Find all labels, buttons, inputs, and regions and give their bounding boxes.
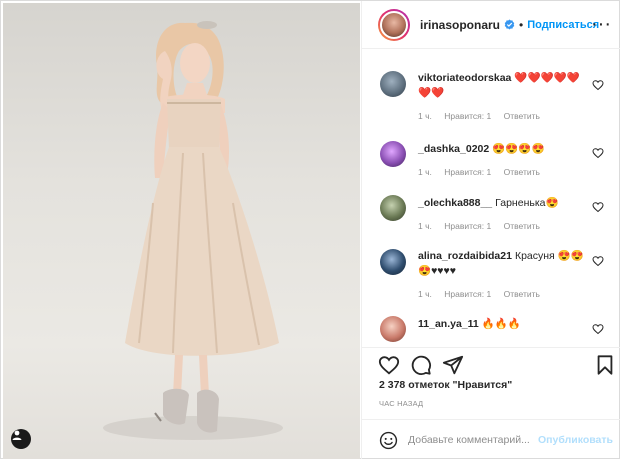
comment-likes[interactable]: Нравится: 1 — [444, 289, 491, 299]
comment-like-heart-icon[interactable] — [592, 323, 604, 335]
add-comment-bar: Опубликовать — [362, 419, 620, 459]
comment-text: _olechka888__ Гарненька😍 — [418, 196, 588, 211]
commenter-avatar[interactable] — [380, 249, 406, 275]
verified-badge-icon — [504, 19, 515, 30]
post-modal: irinasoponaru • Подписаться ··· viktoria… — [0, 0, 620, 459]
comment-time[interactable]: 1 ч. — [418, 221, 432, 231]
commenter-avatar[interactable] — [380, 316, 406, 342]
emoji-icon[interactable] — [379, 431, 398, 450]
commenter-username[interactable]: _dashka_0202 — [418, 143, 489, 155]
comment-like-heart-icon[interactable] — [592, 79, 604, 91]
comment-text: _dashka_0202 😍😍😍😍 — [418, 142, 588, 157]
reply-button[interactable]: Ответить — [504, 289, 540, 299]
comments-list: viktoriateodorskaa ❤️❤️❤️❤️❤️❤️❤️ 1 ч. Нр… — [362, 49, 620, 347]
comment-body: 🔥🔥🔥 — [481, 318, 521, 330]
share-icon[interactable] — [442, 354, 464, 376]
post-timestamp[interactable]: ЧАС НАЗАД — [379, 399, 423, 408]
reply-button[interactable]: Ответить — [504, 167, 540, 177]
comment-body: 😍😍😍😍 — [492, 143, 545, 155]
comment-text: viktoriateodorskaa ❤️❤️❤️❤️❤️❤️❤️ — [418, 71, 588, 101]
commenter-username[interactable]: 11_an.ya_11 — [418, 318, 479, 330]
follow-button[interactable]: Подписаться — [527, 19, 599, 31]
author-username[interactable]: irinasoponaru — [420, 18, 500, 32]
comment-text: 11_an.ya_11 🔥🔥🔥 — [418, 317, 588, 332]
comment-likes[interactable]: Нравится: 1 — [444, 167, 491, 177]
comment-input[interactable] — [408, 434, 536, 446]
comment-meta: 1 ч. Нравится: 1 Ответить — [418, 167, 550, 177]
comment-meta: 1 ч. Нравится: 1 Ответить — [418, 289, 550, 299]
author-avatar[interactable] — [378, 8, 410, 41]
comment-meta: 1 ч. Нравится: 1 Ответить — [418, 111, 550, 121]
likes-count[interactable]: 2 378 отметок "Нравится" — [379, 379, 512, 391]
bookmark-icon[interactable] — [594, 354, 616, 376]
reply-button[interactable]: Ответить — [504, 111, 540, 121]
commenter-username[interactable]: _olechka888__ — [418, 197, 492, 209]
commenter-avatar[interactable] — [380, 71, 406, 97]
comment-meta: 1 ч. Нравится: 1 Ответить — [418, 221, 550, 231]
post-actions-bar — [362, 347, 620, 379]
post-header: irinasoponaru • Подписаться ··· — [362, 1, 620, 49]
comment-icon[interactable] — [410, 354, 432, 376]
reply-button[interactable]: Ответить — [504, 221, 540, 231]
comment-time[interactable]: 1 ч. — [418, 289, 432, 299]
post-photo[interactable] — [3, 3, 360, 459]
comment-likes[interactable]: Нравится: 1 — [444, 111, 491, 121]
comment-like-heart-icon[interactable] — [592, 147, 604, 159]
commenter-avatar[interactable] — [380, 195, 406, 221]
commenter-username[interactable]: alina_rozdaibida21 — [418, 250, 512, 262]
comment-time[interactable]: 1 ч. — [418, 111, 432, 121]
publish-button[interactable]: Опубликовать — [538, 434, 613, 446]
user-tag-icon[interactable] — [11, 429, 31, 449]
comment-like-heart-icon[interactable] — [592, 201, 604, 213]
comment-body: Гарненька😍 — [495, 197, 559, 209]
commenter-avatar[interactable] — [380, 141, 406, 167]
heart-icon[interactable] — [378, 354, 400, 376]
comment-time[interactable]: 1 ч. — [418, 167, 432, 177]
post-side-panel: irinasoponaru • Подписаться ··· viktoria… — [361, 1, 620, 459]
separator-dot: • — [519, 17, 524, 32]
more-options-icon[interactable]: ··· — [591, 13, 611, 36]
comment-likes[interactable]: Нравится: 1 — [444, 221, 491, 231]
commenter-username[interactable]: viktoriateodorskaa — [418, 72, 511, 84]
photo-illustration — [103, 21, 283, 440]
comment-text: alina_rozdaibida21 Красуня 😍😍😍♥♥♥♥ — [418, 249, 588, 279]
comment-like-heart-icon[interactable] — [592, 255, 604, 267]
